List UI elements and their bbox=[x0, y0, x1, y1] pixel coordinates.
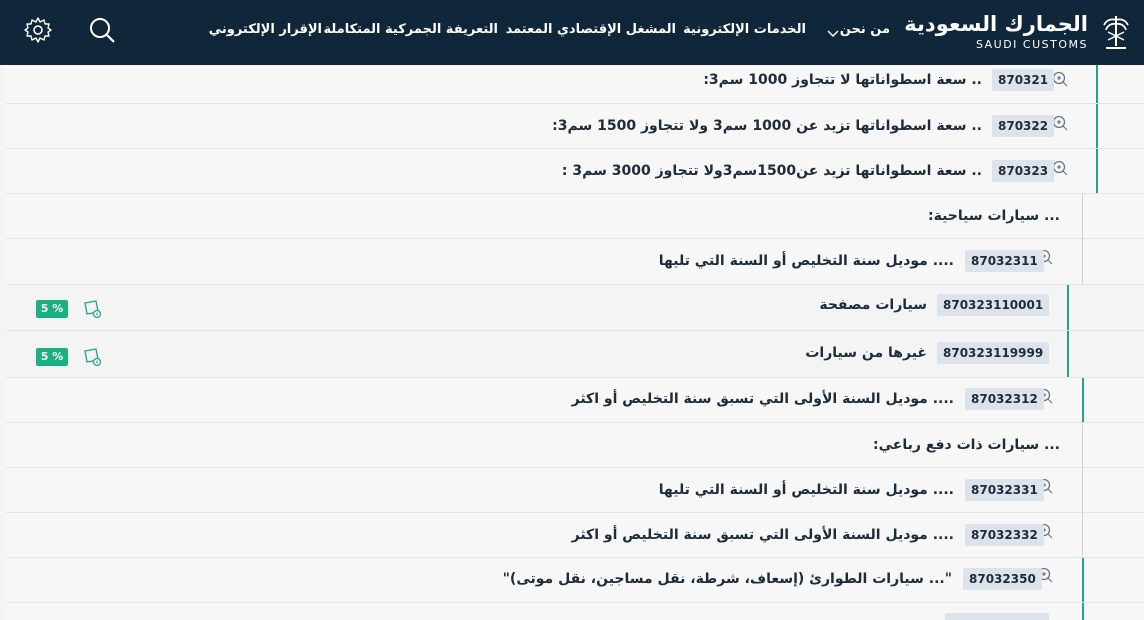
tariff-row-870323110001[interactable]: 870323110001 سيارات مصفحة 5 % bbox=[6, 285, 1144, 331]
tree-level-line bbox=[1096, 65, 1098, 103]
nav-integrated-tariff[interactable]: التعريفة الجمركية المتكاملة bbox=[323, 22, 498, 37]
tariff-row-87032331[interactable]: 87032331 .... موديل سنة التخليص أو السنة… bbox=[6, 468, 1144, 513]
tree-level-line bbox=[1082, 378, 1084, 422]
gear-icon[interactable] bbox=[22, 14, 54, 46]
tariff-row-87032350[interactable]: 87032350 "... سيارات الطوارئ (إسعاف، شرط… bbox=[6, 558, 1144, 603]
tariff-row-870322[interactable]: 870322 .. سعة اسطواناتها تزيد عن 1000 سم… bbox=[6, 104, 1144, 149]
tariff-row-87032312[interactable]: 87032312 .... موديل السنة الأولى التي تس… bbox=[6, 378, 1144, 423]
tariff-row-87032332[interactable]: 87032332 .... موديل السنة الأولى التي تس… bbox=[6, 513, 1144, 558]
nav-e-declaration[interactable]: الإقرار الإلكتروني bbox=[209, 22, 322, 37]
palm-emblem-icon bbox=[1103, 16, 1129, 49]
tariff-code[interactable]: 87032331 bbox=[965, 479, 1044, 501]
tariff-code[interactable]: 87032312 bbox=[965, 388, 1044, 410]
tariff-description: .... موديل السنة الأولى التي تسبق سنة ال… bbox=[571, 391, 954, 407]
logo-arabic-text: الجمارك السعودية bbox=[904, 12, 1088, 36]
group-title: ... سيارات سياحية: bbox=[927, 208, 1060, 224]
search-icon[interactable] bbox=[86, 14, 118, 46]
tariff-row-870323[interactable]: 870323 .. سعة اسطواناتها تزيد عن1500سم3و… bbox=[6, 149, 1144, 194]
tariff-code[interactable]: 87032332 bbox=[965, 524, 1044, 546]
nav-e-services[interactable]: الخدمات الإلكترونية bbox=[683, 22, 806, 37]
tariff-description: سيارات مصفحة bbox=[819, 297, 927, 313]
tariff-code[interactable]: 870323110001 bbox=[937, 294, 1050, 316]
tariff-row-870323119999[interactable]: 870323119999 غيرها من سيارات 5 % bbox=[6, 331, 1144, 378]
document-info-icon[interactable] bbox=[82, 298, 104, 320]
tree-level-line bbox=[1082, 603, 1084, 620]
tariff-code[interactable]: 870323119999 bbox=[937, 342, 1050, 364]
tree-level-line bbox=[1082, 468, 1083, 512]
tree-level-line bbox=[1067, 331, 1069, 377]
tree-level-line bbox=[1082, 239, 1083, 284]
tariff-code[interactable]: 87032350 bbox=[963, 568, 1042, 590]
tree-level-line bbox=[1096, 149, 1098, 193]
tariff-code[interactable] bbox=[945, 613, 1049, 620]
tariff-description: .. سعة اسطواناتها لا تتجاوز 1000 سم3: bbox=[703, 72, 982, 88]
tariff-code[interactable]: 870321 bbox=[992, 69, 1055, 91]
nav-about-us[interactable]: من نحن bbox=[840, 22, 890, 37]
tariff-row-87032311[interactable]: 87032311 .... موديل سنة التخليص أو السنة… bbox=[6, 239, 1144, 285]
group-heading-passenger-cars: ... سيارات سياحية: bbox=[6, 194, 1144, 239]
tree-level-line bbox=[1082, 558, 1084, 602]
tariff-row-870321[interactable]: 870321 .. سعة اسطواناتها لا تتجاوز 1000 … bbox=[6, 65, 1144, 104]
tariff-description: غيرها من سيارات bbox=[805, 345, 927, 361]
chevron-down-icon[interactable] bbox=[824, 24, 842, 42]
tree-level-line bbox=[1096, 104, 1098, 148]
tree-level-line bbox=[1082, 194, 1083, 238]
nav-authorized-economic-operator[interactable]: المشغل الإقتصادي المعتمد bbox=[506, 22, 676, 37]
tariff-description: .... موديل سنة التخليص أو السنة التي تلي… bbox=[658, 253, 954, 269]
tariff-description: .... موديل السنة الأولى التي تسبق سنة ال… bbox=[571, 527, 954, 543]
tariff-row-partial[interactable] bbox=[6, 603, 1144, 620]
saudi-customs-logo[interactable]: الجمارك السعودية SAUDI CUSTOMS bbox=[904, 12, 1132, 54]
group-heading-4wd-vehicles: ... سيارات ذات دفع رباعي: bbox=[6, 423, 1144, 468]
duty-rate-badge: 5 % bbox=[36, 348, 68, 366]
logo-english-text: SAUDI CUSTOMS bbox=[975, 38, 1088, 51]
tree-level-line bbox=[1082, 513, 1083, 557]
duty-rate-badge: 5 % bbox=[36, 300, 68, 318]
tariff-description: .. سعة اسطواناتها تزيد عن 1000 سم3 ولا ت… bbox=[552, 118, 982, 134]
tariff-code[interactable]: 870322 bbox=[992, 115, 1055, 137]
tariff-description: .... موديل سنة التخليص أو السنة التي تلي… bbox=[658, 482, 954, 498]
group-title: ... سيارات ذات دفع رباعي: bbox=[873, 437, 1060, 453]
tariff-code[interactable]: 870323 bbox=[992, 160, 1055, 182]
tariff-description: .. سعة اسطواناتها تزيد عن1500سم3ولا تتجا… bbox=[561, 163, 982, 179]
document-info-icon[interactable] bbox=[82, 346, 104, 368]
tariff-description: "... سيارات الطوارئ (إسعاف، شرطة، نقل مس… bbox=[502, 571, 952, 587]
tree-level-line bbox=[1067, 285, 1069, 330]
top-navbar: الجمارك السعودية SAUDI CUSTOMS من نحن ال… bbox=[0, 0, 1144, 65]
tree-level-line bbox=[1082, 423, 1083, 467]
tariff-code[interactable]: 87032311 bbox=[965, 250, 1044, 272]
